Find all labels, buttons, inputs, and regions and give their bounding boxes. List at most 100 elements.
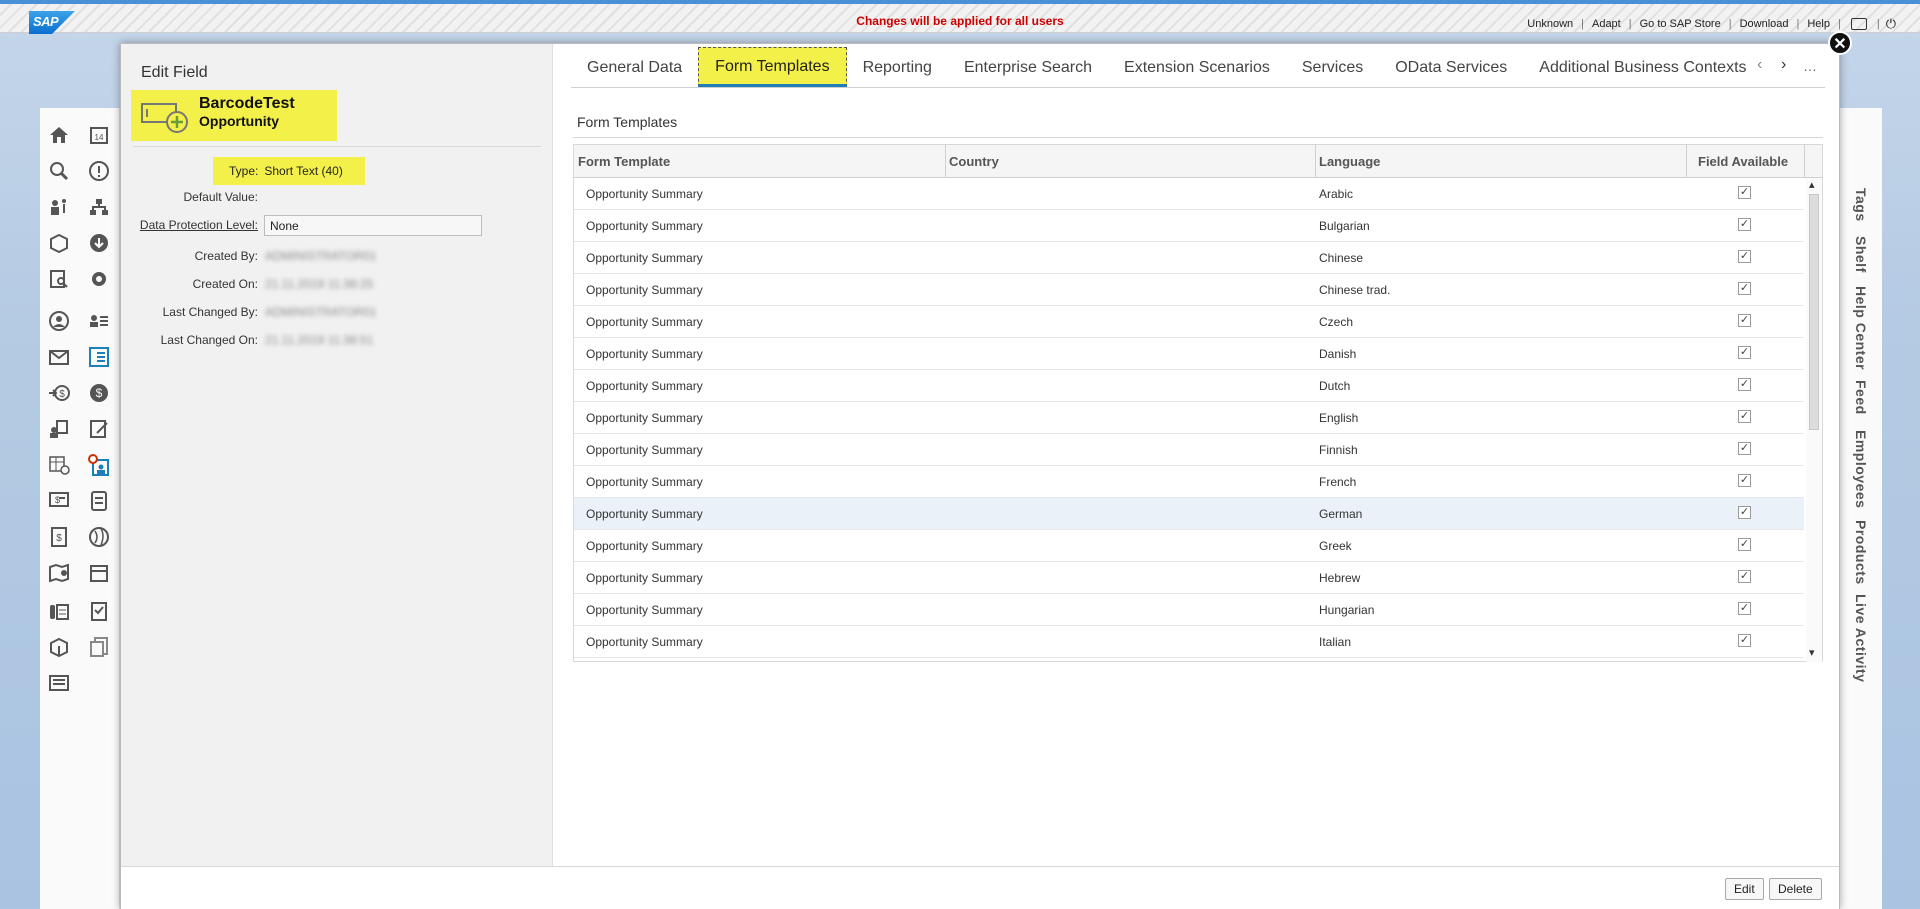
scroll-thumb[interactable]: [1809, 194, 1819, 430]
alert-icon[interactable]: [86, 158, 112, 184]
tab-reporting[interactable]: Reporting: [847, 47, 948, 87]
tab-odata-services[interactable]: OData Services: [1379, 47, 1523, 87]
col-form-template[interactable]: Form Template: [578, 154, 670, 169]
data-protection-level-field[interactable]: None: [264, 215, 482, 236]
col-language[interactable]: Language: [1319, 154, 1380, 169]
download-link[interactable]: Download: [1732, 18, 1797, 30]
scroll-up-icon[interactable]: ▴: [1809, 178, 1815, 191]
help-link[interactable]: Help: [1799, 18, 1838, 30]
col-country[interactable]: Country: [949, 154, 999, 169]
invoice-icon[interactable]: $: [46, 524, 72, 550]
table-row[interactable]: Opportunity Summary Hungarian ✓: [574, 594, 1804, 626]
schedule-table-icon[interactable]: [46, 452, 72, 478]
scroll-down-icon[interactable]: ▾: [1809, 646, 1815, 659]
field-available-checkbox[interactable]: ✓: [1738, 570, 1751, 583]
field-available-checkbox[interactable]: ✓: [1738, 282, 1751, 295]
field-available-checkbox[interactable]: ✓: [1738, 314, 1751, 327]
home-icon[interactable]: [46, 122, 72, 148]
hierarchy-icon[interactable]: [86, 194, 112, 220]
tab-additional-business-contexts[interactable]: Additional Business Contexts: [1523, 47, 1762, 87]
table-row[interactable]: Opportunity Summary Dutch ✓: [574, 370, 1804, 402]
product-box-icon[interactable]: [46, 634, 72, 660]
team-icon[interactable]: [46, 194, 72, 220]
field-available-checkbox[interactable]: ✓: [1738, 250, 1751, 263]
box-icon[interactable]: [46, 230, 72, 256]
activity-icon[interactable]: [46, 416, 72, 442]
task-list-icon[interactable]: [86, 344, 112, 370]
search-icon[interactable]: [46, 158, 72, 184]
tab-enterprise-search[interactable]: Enterprise Search: [948, 47, 1108, 87]
lead-icon[interactable]: $: [46, 380, 72, 406]
field-available-checkbox[interactable]: ✓: [1738, 218, 1751, 231]
field-available-checkbox[interactable]: ✓: [1738, 378, 1751, 391]
planner-icon[interactable]: [86, 560, 112, 586]
dollar-icon[interactable]: $: [86, 380, 112, 406]
tab-extension-scenarios[interactable]: Extension Scenarios: [1108, 47, 1286, 87]
contact-list-icon[interactable]: [86, 308, 112, 334]
notes-icon[interactable]: [86, 416, 112, 442]
field-available-checkbox[interactable]: ✓: [1738, 538, 1751, 551]
data-protection-level-label[interactable]: Data Protection Level:: [121, 218, 258, 232]
table-row[interactable]: Opportunity Summary Hebrew ✓: [574, 562, 1804, 594]
close-icon[interactable]: ✕: [1828, 31, 1852, 55]
table-row[interactable]: Opportunity Summary Italian ✓: [574, 626, 1804, 658]
delete-button[interactable]: Delete: [1769, 878, 1822, 900]
side-tab-live-activity[interactable]: Live Activity: [1853, 594, 1869, 682]
chevron-right-icon[interactable]: ›: [1781, 56, 1786, 74]
sap-store-link[interactable]: Go to SAP Store: [1632, 18, 1729, 30]
field-available-checkbox[interactable]: ✓: [1738, 602, 1751, 615]
chevron-left-icon[interactable]: ‹: [1757, 56, 1762, 74]
window-icon[interactable]: [1850, 18, 1867, 30]
side-tab-tags[interactable]: Tags: [1853, 188, 1869, 222]
gear-icon[interactable]: [86, 266, 112, 292]
side-tab-products[interactable]: Products: [1853, 520, 1869, 585]
globe-icon[interactable]: [86, 524, 112, 550]
field-available-checkbox[interactable]: ✓: [1738, 474, 1751, 487]
table-row[interactable]: Opportunity Summary Danish ✓: [574, 338, 1804, 370]
cell-form-template: Opportunity Summary: [586, 475, 703, 489]
table-row[interactable]: Opportunity Summary Chinese trad. ✓: [574, 274, 1804, 306]
tab-services[interactable]: Services: [1286, 47, 1379, 87]
tab-general-data[interactable]: General Data: [571, 47, 698, 87]
table-row[interactable]: Opportunity Summary English ✓: [574, 402, 1804, 434]
account-icon[interactable]: [46, 308, 72, 334]
power-icon[interactable]: ⏻: [1886, 16, 1896, 32]
map-location-icon[interactable]: [46, 560, 72, 586]
download-icon[interactable]: [86, 230, 112, 256]
edit-button[interactable]: Edit: [1725, 878, 1764, 900]
tab-form-templates[interactable]: Form Templates: [698, 47, 847, 87]
side-tab-employees[interactable]: Employees: [1853, 430, 1869, 508]
table-row[interactable]: Opportunity Summary German ✓: [574, 498, 1804, 530]
table-row[interactable]: Opportunity Summary Arabic ✓: [574, 178, 1804, 210]
field-available-checkbox[interactable]: ✓: [1738, 186, 1751, 199]
field-available-checkbox[interactable]: ✓: [1738, 506, 1751, 519]
table-row[interactable]: Opportunity Summary French ✓: [574, 466, 1804, 498]
table-row[interactable]: Opportunity Summary Bulgarian ✓: [574, 210, 1804, 242]
user-link[interactable]: Unknown: [1519, 18, 1581, 30]
table-row[interactable]: Opportunity Summary Chinese ✓: [574, 242, 1804, 274]
mail-icon[interactable]: [46, 344, 72, 370]
field-available-checkbox[interactable]: ✓: [1738, 442, 1751, 455]
contract-icon[interactable]: [86, 488, 112, 514]
appointment-icon[interactable]: [86, 452, 112, 478]
phone-icon[interactable]: [46, 598, 72, 624]
adapt-link[interactable]: Adapt: [1584, 18, 1629, 30]
quote-icon[interactable]: $: [46, 488, 72, 514]
side-tab-help-center[interactable]: Help Center: [1853, 286, 1869, 370]
col-field-available[interactable]: Field Available: [1698, 154, 1788, 169]
list-icon[interactable]: [46, 670, 72, 696]
table-scrollbar[interactable]: ▴ ▾: [1806, 178, 1822, 662]
checklist-icon[interactable]: [86, 598, 112, 624]
field-available-checkbox[interactable]: ✓: [1738, 410, 1751, 423]
field-available-checkbox[interactable]: ✓: [1738, 346, 1751, 359]
table-row[interactable]: Opportunity Summary Greek ✓: [574, 530, 1804, 562]
side-tab-shelf[interactable]: Shelf: [1853, 236, 1869, 273]
analysis-icon[interactable]: [46, 266, 72, 292]
documents-icon[interactable]: [86, 634, 112, 660]
field-available-checkbox[interactable]: ✓: [1738, 634, 1751, 647]
calendar-icon[interactable]: 14: [86, 122, 112, 148]
table-row[interactable]: Opportunity Summary Czech ✓: [574, 306, 1804, 338]
side-tab-feed[interactable]: Feed: [1853, 380, 1869, 415]
table-row[interactable]: Opportunity Summary Finnish ✓: [574, 434, 1804, 466]
more-icon[interactable]: …: [1803, 58, 1817, 74]
